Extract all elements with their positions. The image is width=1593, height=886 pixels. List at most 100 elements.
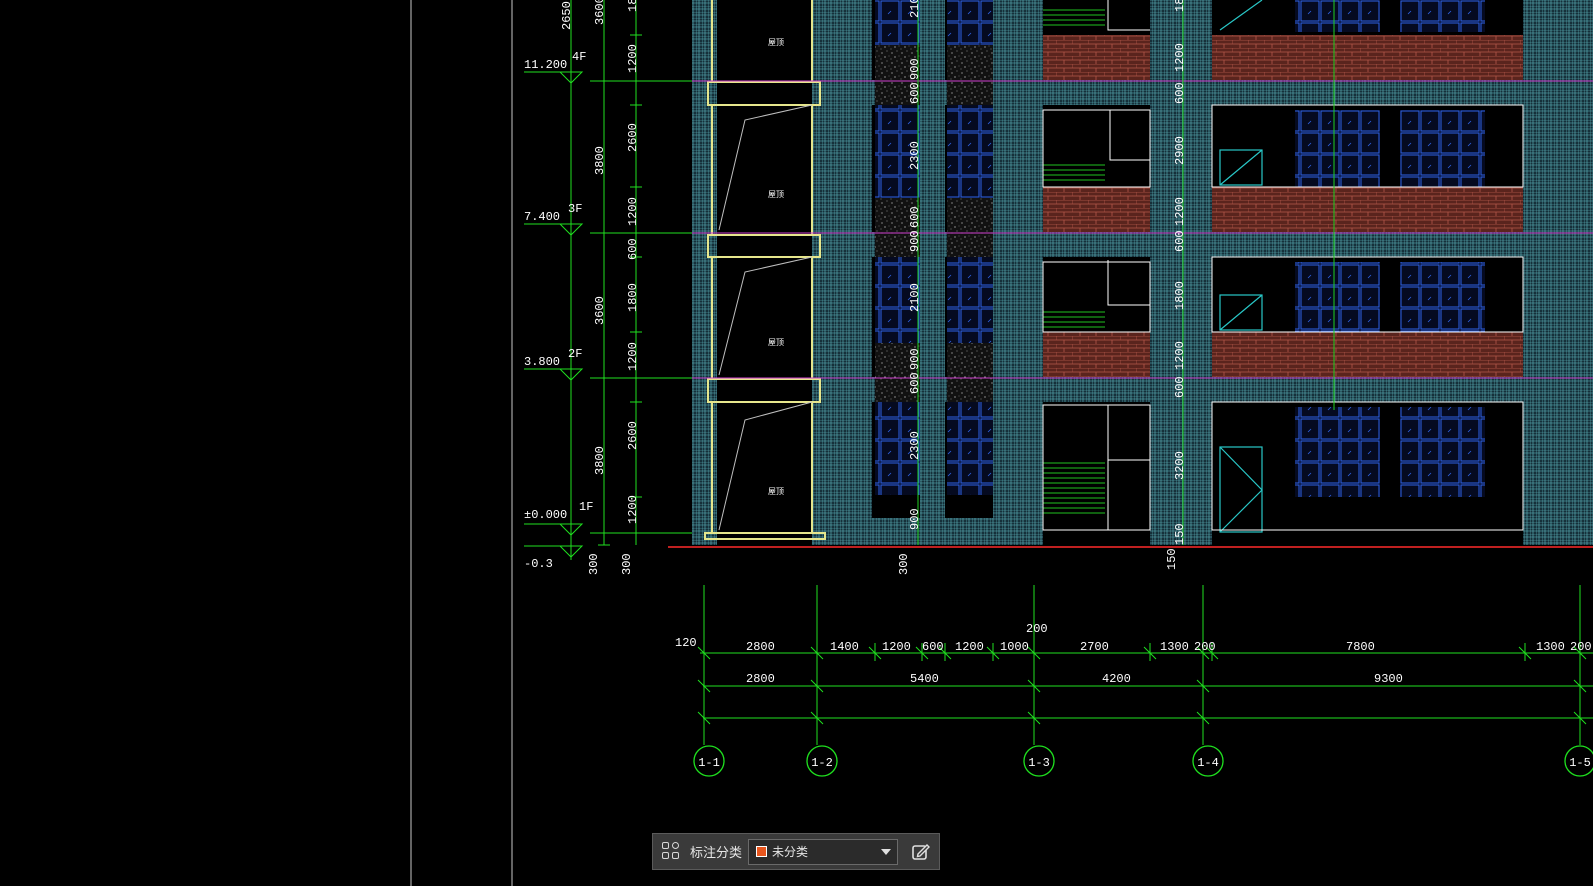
vertical-dim: 2600 — [626, 123, 640, 152]
column-dim: 600 — [908, 372, 922, 394]
stair-diagonals — [718, 104, 813, 531]
bottom-dim: 300 — [587, 553, 601, 575]
window — [1400, 407, 1485, 497]
floor-label: 3F — [568, 202, 582, 216]
chevron-down-icon — [881, 848, 892, 855]
vertical-dim: 3800 — [593, 146, 607, 175]
edit-note-icon[interactable] — [908, 839, 934, 865]
vertical-dim: 1200 — [626, 342, 640, 371]
axis-bubbles: 1-1 1-2 1-3 1-4 1-5 — [693, 745, 1593, 777]
elevation-value: 3.800 — [524, 355, 560, 369]
window-label: 屋顶 — [768, 38, 784, 48]
axis-bubble: 1-4 — [1192, 745, 1224, 777]
column-dim: 1200 — [1173, 43, 1187, 72]
window — [1295, 0, 1380, 32]
building-elevation — [668, 0, 1593, 548]
annotation-category-toolbar: 标注分类 未分类 — [652, 833, 940, 870]
window-label: 屋顶 — [768, 190, 784, 200]
dim-label: 5400 — [910, 672, 939, 686]
vertical-dim: 1800 — [626, 283, 640, 312]
grid-icon[interactable] — [662, 841, 682, 862]
annotation-category-label: 标注分类 — [690, 845, 743, 860]
dim-label: 1400 — [830, 640, 859, 654]
bottom-dim: 300 — [897, 553, 911, 575]
axis-label: 1-5 — [1569, 756, 1591, 770]
dim-label: 1200 — [955, 640, 984, 654]
floor-band — [812, 377, 1593, 402]
column-dim: 2100 — [908, 283, 922, 312]
annotation-category-select[interactable]: 未分类 — [748, 838, 899, 865]
cad-drawing[interactable]: 屋顶 屋顶 屋顶 屋顶 11.200 4F 7.400 3F 3.800 2F … — [0, 0, 1593, 886]
dim-label: 2700 — [1080, 640, 1109, 654]
brick-parapet — [1043, 332, 1150, 377]
axis-bubble: 1-1 — [693, 745, 725, 777]
bottom-dim: 150 — [1165, 548, 1179, 570]
window-label: 屋顶 — [768, 487, 784, 497]
vertical-dim: 2650 — [560, 1, 574, 30]
window — [947, 257, 993, 343]
category-color-swatch — [756, 846, 768, 857]
axis-label: 1-2 — [811, 756, 833, 770]
column-dim: 600 — [1173, 82, 1187, 104]
floor-label: 2F — [568, 347, 582, 361]
dim-label: 1000 — [1000, 640, 1029, 654]
axis-label: 1-1 — [698, 756, 720, 770]
brick-parapet — [1212, 187, 1523, 232]
window — [947, 402, 993, 495]
dim-label: 2800 — [746, 640, 775, 654]
column-dim: 2900 — [1173, 136, 1187, 165]
vertical-dim: 18 — [626, 0, 640, 12]
dim-label: 200 — [1570, 640, 1592, 654]
axis-bubble: 1-3 — [1023, 745, 1055, 777]
dim-label: 600 — [922, 640, 944, 654]
window — [1295, 407, 1380, 497]
column-dim: 18 — [1173, 0, 1187, 12]
column-dim: 2300 — [908, 431, 922, 460]
dim-label: 200 — [1026, 622, 1048, 636]
brick-parapet — [1212, 35, 1523, 80]
column-dim: 150 — [1173, 523, 1187, 545]
dim-label: 2800 — [746, 672, 775, 686]
selected-category: 未分类 — [772, 845, 809, 859]
cad-canvas[interactable]: 屋顶 屋顶 屋顶 屋顶 11.200 4F 7.400 3F 3.800 2F … — [0, 0, 1593, 886]
floor-band — [812, 80, 1593, 105]
floor-label: 1F — [579, 500, 593, 514]
axis-bubble: 1-5 — [1564, 745, 1593, 777]
axis-bubble: 1-2 — [806, 745, 838, 777]
window-label: 屋顶 — [768, 338, 784, 348]
window — [1295, 262, 1380, 332]
elevation-value: -0.3 — [524, 557, 553, 571]
column-dim: 210 — [908, 0, 922, 18]
dim-label: 1200 — [882, 640, 911, 654]
bottom-dim: 300 — [620, 553, 634, 575]
vertical-dim: 2600 — [626, 421, 640, 450]
column-dim: 1800 — [1173, 281, 1187, 310]
window — [1400, 262, 1485, 332]
vertical-dim: 3600 — [593, 0, 607, 25]
column-dim: 600 — [1173, 376, 1187, 398]
window — [947, 0, 993, 45]
elevation-value: 11.200 — [524, 58, 567, 72]
vertical-dimension-lines — [524, 0, 692, 560]
brick-parapet — [1043, 187, 1150, 232]
dim-label: 120 — [675, 636, 697, 650]
column-dim: 1200 — [1173, 341, 1187, 370]
horizontal-dimension-lines — [697, 585, 1593, 745]
dim-label: 9300 — [1374, 672, 1403, 686]
column-dim: 600 — [1173, 230, 1187, 252]
vertical-dim: 1200 — [626, 495, 640, 524]
column-dim: 900 — [908, 508, 922, 530]
vertical-dim: 600 — [626, 238, 640, 260]
window — [1295, 110, 1380, 187]
floor-band — [812, 232, 1593, 257]
dim-label: 4200 — [1102, 672, 1131, 686]
column-dim: 900 — [908, 348, 922, 370]
floor-label: 4F — [572, 50, 586, 64]
elevation-value: ±0.000 — [524, 508, 567, 522]
dim-label: 200 — [1194, 640, 1216, 654]
vertical-dim: 3800 — [593, 446, 607, 475]
stone-panel — [947, 198, 993, 257]
stone-panel — [947, 343, 993, 402]
window — [947, 105, 993, 198]
axis-label: 1-3 — [1028, 756, 1050, 770]
